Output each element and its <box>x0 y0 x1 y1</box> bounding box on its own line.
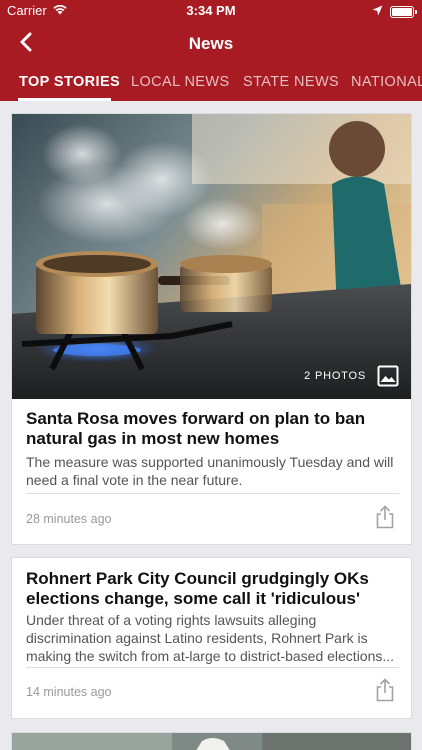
story-headline[interactable]: Santa Rosa moves forward on plan to ban … <box>26 409 398 449</box>
tab-top-stories[interactable]: TOP STORIES <box>19 74 120 90</box>
story-card[interactable] <box>11 732 412 750</box>
share-button[interactable] <box>373 504 397 534</box>
story-summary-line: making the switch from at-large to distr… <box>26 648 395 664</box>
story-headline[interactable]: Rohnert Park City Council grudgingly OKs… <box>26 569 398 609</box>
story-card[interactable]: 2 PHOTOS Santa Rosa moves forward on pla… <box>11 113 412 545</box>
card-divider <box>26 667 399 668</box>
photo-gallery-icon <box>377 365 399 387</box>
story-summary-line: Under threat of a voting rights lawsuits… <box>26 612 317 628</box>
story-summary-line: discrimination against Latino residents,… <box>26 630 368 646</box>
status-bar: Carrier 3:34 PM <box>0 0 422 22</box>
photo-count-badge[interactable]: 2 PHOTOS <box>304 365 399 387</box>
story-timestamp: 14 minutes ago <box>26 685 112 699</box>
share-icon <box>374 677 396 707</box>
story-card[interactable]: Rohnert Park City Council grudgingly OKs… <box>11 557 412 719</box>
status-indicators <box>372 4 417 19</box>
tab-local-news[interactable]: LOCAL NEWS <box>131 74 230 90</box>
story-summary: The measure was supported unanimously Tu… <box>26 454 394 488</box>
card-divider <box>26 493 399 494</box>
battery-icon <box>390 5 417 18</box>
app-header: Carrier 3:34 PM News TOP STORIES LOCAL N… <box>0 0 422 101</box>
share-icon <box>374 504 396 534</box>
share-button[interactable] <box>373 677 397 707</box>
navigation-bar: News <box>0 22 422 66</box>
story-summary: Under threat of a voting rights lawsuits… <box>26 611 398 665</box>
kitchen-stove-photo <box>12 114 411 399</box>
category-tabs: TOP STORIES LOCAL NEWS STATE NEWS NATION… <box>0 66 422 101</box>
location-arrow-icon <box>372 4 383 19</box>
story-photo[interactable]: 2 PHOTOS <box>12 114 411 399</box>
page-title: News <box>188 34 234 53</box>
story-photo-preview <box>12 733 411 750</box>
status-time: 3:34 PM <box>186 3 236 18</box>
photo-count-label: 2 PHOTOS <box>304 370 366 382</box>
story-timestamp: 28 minutes ago <box>26 512 112 526</box>
tab-national[interactable]: NATIONAL <box>351 74 422 90</box>
story-feed[interactable]: 2 PHOTOS Santa Rosa moves forward on pla… <box>0 101 422 750</box>
tab-state-news[interactable]: STATE NEWS <box>243 74 339 90</box>
